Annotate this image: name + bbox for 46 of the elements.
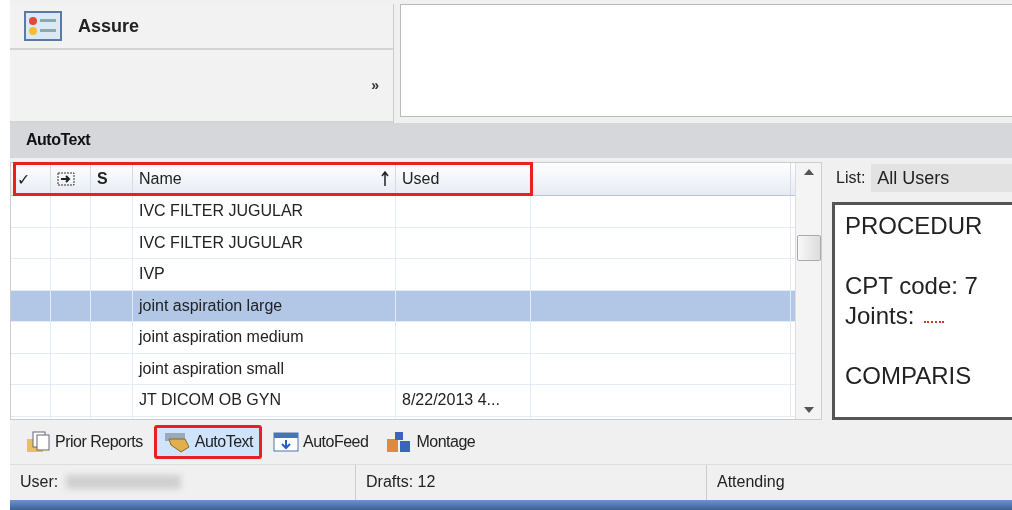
section-title: AutoText xyxy=(26,131,91,150)
table-cell: IVP xyxy=(139,265,165,284)
pane-title: Assure xyxy=(78,15,140,37)
preview-text: CPT code: 7 xyxy=(845,271,979,302)
preview-text: PROCEDUR xyxy=(845,211,984,242)
scroll-down-icon[interactable] xyxy=(803,407,814,414)
hand-icon xyxy=(162,430,191,453)
table-row[interactable]: JT DICOM OB GYN 8/22/2013 4... xyxy=(11,385,795,417)
scroll-up-icon[interactable] xyxy=(803,169,814,176)
status-text: Attending xyxy=(717,473,785,492)
fill-in-line[interactable] xyxy=(924,318,945,324)
table-row[interactable]: IVP xyxy=(11,259,795,291)
table-cell: IVC FILTER JUGULAR xyxy=(139,233,304,252)
sort-arrow-icon xyxy=(381,171,389,188)
column-header[interactable]: Used xyxy=(396,163,531,196)
overflow-chevron[interactable]: » xyxy=(371,77,379,94)
table-row[interactable]: joint aspiration large xyxy=(11,290,795,323)
table-cell: joint aspiration medium xyxy=(139,328,304,347)
form-icon xyxy=(24,11,62,41)
column-header[interactable]: ✓ xyxy=(11,163,51,196)
preview-text: COMPARIS xyxy=(845,361,973,392)
list-label: List: xyxy=(836,169,866,188)
table-cell: joint aspiration large xyxy=(139,296,283,315)
tiles-icon xyxy=(386,430,413,453)
table-cell: joint aspiration small xyxy=(139,359,284,378)
table-cell: 8/22/2013 4... xyxy=(402,391,500,410)
table-row[interactable]: joint aspiration medium xyxy=(11,322,795,354)
preview-text: Joints: xyxy=(845,301,915,332)
column-header[interactable]: S xyxy=(91,163,133,196)
tab[interactable]: AutoText xyxy=(153,424,262,459)
status-text: User: xyxy=(20,473,59,492)
table-row[interactable]: joint aspiration small xyxy=(11,353,795,386)
status-text: Drafts: 12 xyxy=(366,473,436,492)
list-dropdown[interactable]: All Users xyxy=(871,164,1012,193)
scroll-thumb[interactable] xyxy=(796,235,821,262)
table-cell: JT DICOM OB GYN xyxy=(139,391,281,410)
column-header[interactable]: Name xyxy=(133,163,396,196)
indent-icon xyxy=(57,172,75,187)
tab[interactable]: Montage xyxy=(379,424,483,459)
table-row[interactable]: IVC FILTER JUGULAR xyxy=(11,227,795,260)
tab[interactable]: Prior Reports xyxy=(18,424,150,459)
tab[interactable]: AutoFeed xyxy=(266,424,376,459)
documents-icon xyxy=(25,430,51,453)
table-cell: IVC FILTER JUGULAR xyxy=(139,202,304,221)
scrollbar[interactable] xyxy=(795,163,821,420)
table-row[interactable]: IVC FILTER JUGULAR xyxy=(11,196,795,228)
